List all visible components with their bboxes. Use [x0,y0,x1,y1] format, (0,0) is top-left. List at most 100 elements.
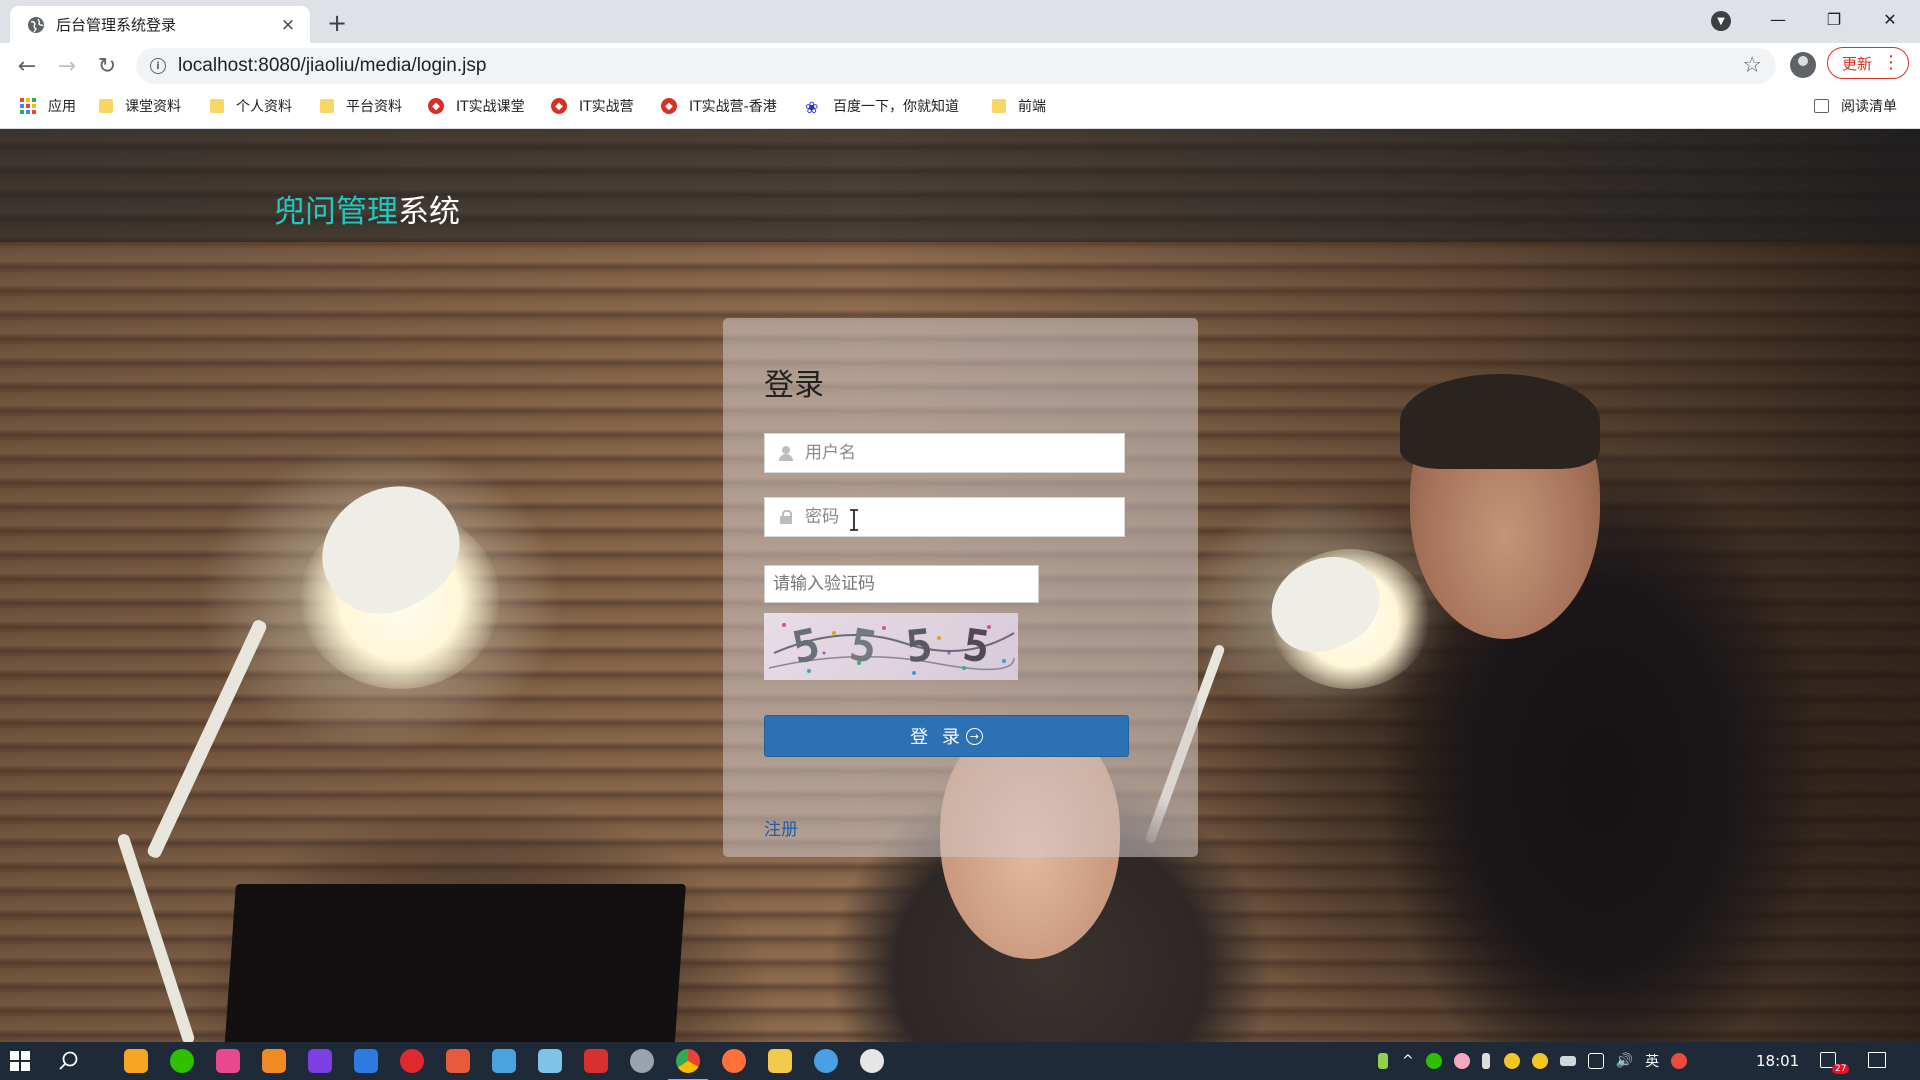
username-input[interactable] [805,443,1095,463]
register-link[interactable]: 注册 [764,815,798,840]
network-icon[interactable] [1587,1053,1604,1069]
taskbar-app-icon[interactable] [354,1049,378,1073]
new-tab-button[interactable]: + [322,8,352,38]
username-field[interactable] [764,433,1125,473]
notification-count-badge: 27 [1832,1064,1850,1074]
bookmark-it-camp-hk[interactable]: ◆ IT实战营-香港 [661,89,777,123]
back-button[interactable]: ← [11,50,43,82]
settings-gear-icon[interactable] [630,1049,654,1073]
battery-tray-icon[interactable] [1378,1053,1388,1069]
volume-icon[interactable]: 🔊 [1616,1053,1633,1069]
reading-list-button[interactable]: 阅读清单 [1814,89,1897,123]
menu-dots-icon[interactable]: ⋮ [1882,52,1900,73]
chrome-icon[interactable] [668,1049,708,1080]
browser-tab-strip: 后台管理系统登录 × + ▼ — ❐ ✕ [0,0,1920,43]
password-field[interactable] [764,497,1125,537]
address-bar[interactable]: i localhost:8080/jiaoliu/media/login.jsp… [136,48,1776,84]
login-title: 登录 [764,368,824,403]
reading-list-label: 阅读清单 [1841,99,1897,115]
windows-start-icon[interactable] [10,1051,30,1071]
wechat-tray-icon[interactable] [1425,1053,1442,1069]
taskbar-app-icon[interactable] [492,1049,516,1073]
ime-indicator[interactable]: 英 [1645,1051,1659,1071]
shield-icon: ◆ [551,98,567,114]
person-standing-hair [1400,374,1600,469]
laptop [224,884,686,1042]
taskbar-app-icon[interactable] [216,1049,240,1073]
update-button[interactable]: 更新 ⋮ [1827,47,1909,79]
bookmark-label: 应用 [48,99,76,115]
update-label: 更新 [1842,54,1873,73]
text-cursor-icon [850,509,858,531]
apps-grid-icon [20,98,36,114]
window-minimize-button[interactable]: — [1750,0,1806,38]
tab-title: 后台管理系统登录 [56,16,177,34]
battery-icon[interactable] [1559,1056,1576,1066]
taskbar-app-icon[interactable] [446,1049,470,1073]
system-tray: ^ 🔊 英 [1378,1042,1688,1080]
action-center-icon[interactable] [1868,1052,1886,1068]
bookmark-apps[interactable]: 应用 [20,89,76,123]
site-header: 兜问管理系统 [0,129,1920,242]
taskbar-app-icon[interactable] [124,1049,148,1073]
qq-icon[interactable] [1531,1053,1548,1069]
shield-icon: ◆ [428,98,444,114]
bookmark-label: 百度一下，你就知道 [833,99,959,115]
wechat-icon[interactable] [170,1049,194,1073]
bookmark-label: IT实战营-香港 [689,99,777,115]
captcha-characters: 5 5 5 5 [764,613,1018,680]
bookmark-folder-frontend[interactable]: 前端 [992,89,1046,123]
profile-avatar-icon[interactable] [1790,52,1816,78]
netease-music-icon[interactable] [400,1049,424,1073]
browser-toolbar: ← → ↻ i localhost:8080/jiaoliu/media/log… [0,43,1920,89]
bookmark-star-icon[interactable]: ☆ [1742,53,1762,78]
search-icon[interactable] [58,1050,80,1072]
lock-icon [779,510,793,524]
browser-tab[interactable]: 后台管理系统登录 × [10,6,310,43]
taskbar-clock[interactable]: 18:01 [1756,1052,1799,1070]
wps-icon[interactable] [584,1049,608,1073]
login-card: 登录 5 5 5 5 [723,318,1198,857]
login-button-label: 登 录 [910,727,964,748]
login-button[interactable]: 登 录 → [764,715,1129,757]
bookmark-folder-classroom[interactable]: 课堂资料 [99,89,181,123]
tray-app-icon[interactable] [1453,1053,1470,1069]
url-text[interactable]: localhost:8080/jiaoliu/media/login.jsp [178,55,486,77]
folder-icon [99,99,113,113]
captcha-char: 5 [787,618,825,675]
qq-icon[interactable] [1503,1053,1520,1069]
sogou-input-icon[interactable] [1671,1053,1688,1069]
window-restore-button[interactable]: ❐ [1806,0,1862,38]
bookmark-label: IT实战营 [579,99,634,115]
bookmarks-bar: 应用 课堂资料 个人资料 平台资料 ◆ IT实战课堂 ◆ IT实战营 ◆ IT实… [0,89,1920,129]
info-icon[interactable]: i [150,58,166,74]
brand-accent-text: 兜问管理 [274,194,398,230]
bookmark-it-classroom[interactable]: ◆ IT实战课堂 [428,89,525,123]
bookmark-it-camp[interactable]: ◆ IT实战营 [551,89,634,123]
firefox-icon[interactable] [722,1049,746,1073]
bookmark-folder-personal[interactable]: 个人资料 [210,89,292,123]
captcha-input[interactable] [764,565,1039,603]
windows-taskbar: ^ 🔊 英 18:01 27 [0,1042,1920,1080]
bookmark-baidu[interactable]: ❀ 百度一下，你就知道 [805,89,959,123]
intellij-icon[interactable] [308,1049,332,1073]
chat-bubble-icon[interactable] [860,1049,884,1073]
chevron-up-icon[interactable]: ^ [1402,1053,1414,1069]
captcha-char: 5 [845,619,881,674]
forward-button[interactable]: → [51,50,83,82]
reload-button[interactable]: ↻ [91,50,123,82]
captcha-image[interactable]: 5 5 5 5 [764,613,1018,680]
bookmark-folder-platform[interactable]: 平台资料 [320,89,402,123]
tab-close-icon[interactable]: × [278,15,298,35]
taskbar-app-icon[interactable] [262,1049,286,1073]
tab-search-icon[interactable]: ▼ [1711,11,1731,31]
taskbar-app-icon[interactable] [538,1049,562,1073]
window-close-button[interactable]: ✕ [1862,0,1918,38]
folder-icon [210,99,224,113]
microphone-icon[interactable] [1481,1053,1490,1069]
arrow-circle-right-icon: → [965,727,983,745]
file-explorer-icon[interactable] [768,1049,792,1073]
reading-list-icon [1814,99,1829,113]
taskbar-app-icon[interactable] [814,1049,838,1073]
brand-rest-text: 系统 [398,194,460,230]
